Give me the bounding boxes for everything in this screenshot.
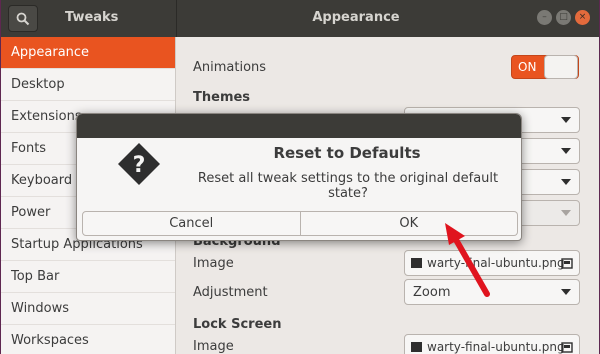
sidebar-item-top-bar[interactable]: Top Bar — [1, 261, 175, 293]
sidebar-item-windows[interactable]: Windows — [1, 293, 175, 325]
dialog-title: Reset to Defaults — [273, 144, 421, 162]
close-icon: × — [578, 12, 587, 22]
sidebar-item-workspaces[interactable]: Workspaces — [1, 325, 175, 354]
lock-image-filename: warty-final-ubuntu.png — [427, 340, 565, 354]
minimize-icon: – — [542, 12, 547, 22]
panel-title: Appearance — [312, 10, 400, 25]
background-image-label: Image — [193, 256, 234, 271]
window-controls: – □ × — [537, 10, 590, 25]
app-title: Tweaks — [65, 10, 119, 25]
animations-label: Animations — [193, 60, 267, 75]
chevron-down-icon — [561, 179, 571, 185]
chevron-down-icon — [561, 148, 571, 154]
sidebar-item-appearance[interactable]: Appearance — [1, 37, 175, 69]
close-button[interactable]: × — [575, 10, 590, 25]
lock-image-label: Image — [193, 339, 234, 354]
animations-toggle[interactable]: ON — [511, 55, 579, 79]
svg-text:?: ? — [133, 153, 146, 178]
open-folder-icon — [561, 342, 573, 353]
annotation-arrow-icon — [445, 223, 490, 297]
image-file-icon — [411, 342, 422, 352]
header-bar: Tweaks Appearance – □ × — [1, 0, 599, 37]
maximize-icon: □ — [559, 12, 568, 22]
cancel-button[interactable]: Cancel — [82, 211, 301, 236]
lock-image-chooser[interactable]: warty-final-ubuntu.png — [404, 334, 580, 354]
search-button[interactable] — [8, 5, 38, 32]
chevron-down-icon — [561, 117, 571, 123]
chevron-down-icon — [561, 289, 571, 295]
minimize-button[interactable]: – — [537, 10, 552, 25]
toggle-knob[interactable] — [544, 55, 578, 79]
dialog-message: Reset all tweak settings to the original… — [197, 171, 499, 201]
question-icon: ? — [118, 143, 160, 185]
chevron-down-icon — [561, 210, 571, 216]
open-folder-icon — [561, 258, 573, 269]
maximize-button[interactable]: □ — [556, 10, 571, 25]
search-icon — [16, 12, 30, 25]
background-adjustment-label: Adjustment — [193, 285, 268, 300]
dialog-titlebar[interactable] — [77, 114, 521, 138]
themes-heading: Themes — [193, 90, 251, 105]
image-file-icon — [411, 258, 422, 268]
lock-screen-heading: Lock Screen — [193, 317, 282, 332]
sidebar-item-desktop[interactable]: Desktop — [1, 69, 175, 101]
toggle-state-label: ON — [518, 60, 537, 74]
